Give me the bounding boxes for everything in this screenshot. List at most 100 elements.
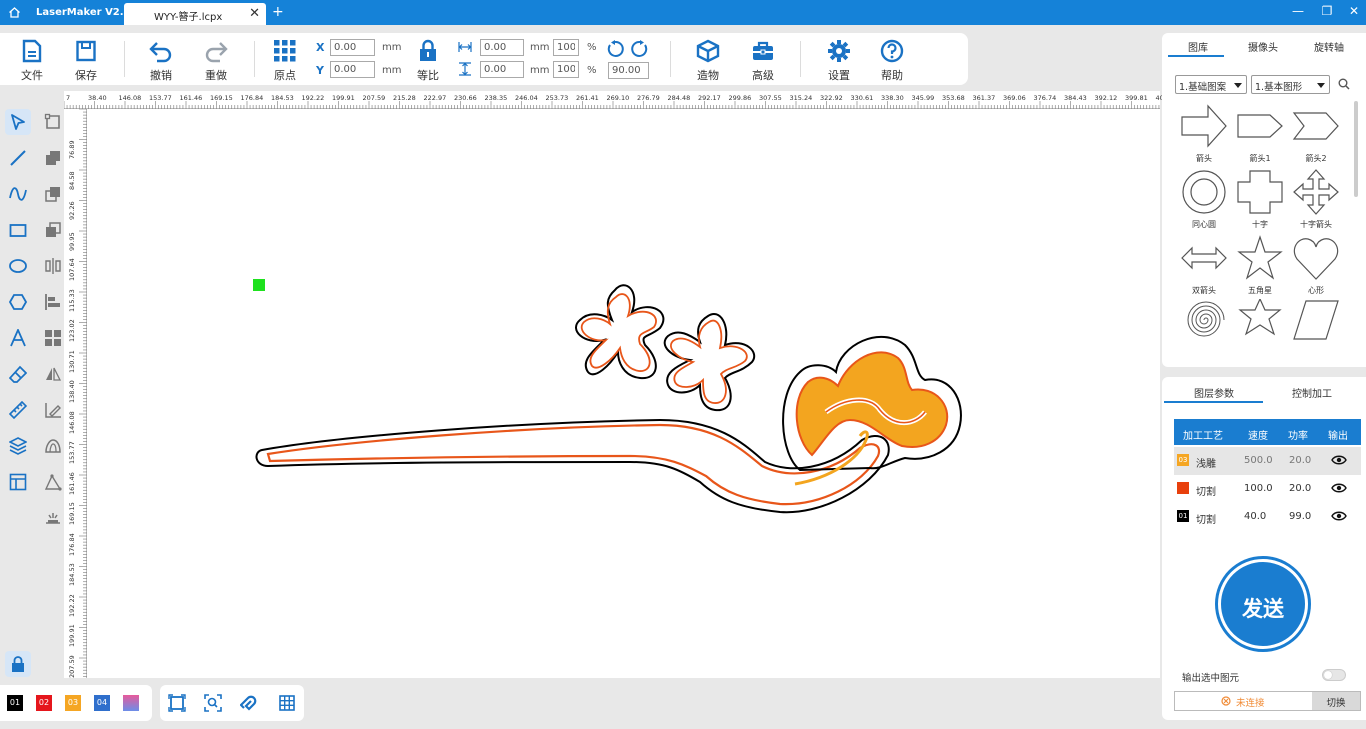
undo-button[interactable]: 撤销 <box>140 39 182 83</box>
layer-chip-gradient[interactable] <box>123 695 139 711</box>
layer-row[interactable]: 03 浅雕 500.0 20.0 <box>1174 447 1361 475</box>
select-tool[interactable] <box>5 109 31 135</box>
design-canvas[interactable] <box>87 109 1160 678</box>
text-icon <box>10 329 26 347</box>
tab-rotary[interactable]: 旋转轴 <box>1314 39 1344 54</box>
search-icon[interactable] <box>1338 78 1350 90</box>
origin-button[interactable]: 原点 <box>264 39 306 83</box>
align-tool[interactable] <box>40 289 66 315</box>
tab-camera[interactable]: 摄像头 <box>1248 39 1278 54</box>
union-tool[interactable] <box>40 145 66 171</box>
ruler-label: 169.15 <box>210 94 233 102</box>
lock-ratio-button[interactable]: 等比 <box>407 39 449 83</box>
layer-chip-03[interactable]: 03 <box>65 695 81 711</box>
eye-icon[interactable] <box>1331 510 1347 522</box>
width-icon <box>458 42 472 52</box>
layer-chip-04[interactable]: 04 <box>94 695 110 711</box>
lock-canvas-button[interactable] <box>5 651 31 677</box>
shape-star[interactable]: 五角星 <box>1233 232 1287 298</box>
path-tool[interactable] <box>40 469 66 495</box>
grid-toggle-icon[interactable] <box>278 694 296 712</box>
add-tab-button[interactable]: + <box>272 4 284 20</box>
layer-chip-01[interactable]: 01 <box>7 695 23 711</box>
layer-power: 20.0 <box>1289 455 1312 466</box>
shape-double-arrow[interactable]: 双箭头 <box>1177 232 1231 298</box>
eye-icon[interactable] <box>1331 454 1347 466</box>
rotate-left-icon[interactable] <box>606 40 624 58</box>
rectangle-tool[interactable] <box>5 217 31 243</box>
rotation-angle-input[interactable] <box>608 62 649 79</box>
layers-tool[interactable] <box>5 433 31 459</box>
zoom-selection-icon[interactable] <box>204 694 222 712</box>
subtract-tool[interactable] <box>40 181 66 207</box>
shape-cross-arrow[interactable]: 十字箭头 <box>1289 166 1343 232</box>
width-input[interactable] <box>480 39 524 56</box>
switch-button[interactable]: 切换 <box>1312 692 1360 710</box>
connection-status[interactable]: 未连接 <box>1175 692 1312 710</box>
minimize-button[interactable]: — <box>1284 4 1312 22</box>
file-label: 文件 <box>21 69 43 82</box>
arrange-tool[interactable] <box>40 325 66 351</box>
shape-arrow[interactable]: 箭头 <box>1177 100 1231 166</box>
text-tool[interactable] <box>5 325 31 351</box>
node-edit-tool[interactable] <box>40 109 66 135</box>
y-unit: mm <box>382 65 402 76</box>
eye-icon[interactable] <box>1331 482 1347 494</box>
tab-control-process[interactable]: 控制加工 <box>1292 385 1332 400</box>
fit-frame-icon[interactable] <box>168 694 186 712</box>
shape-concentric[interactable]: 同心圆 <box>1177 166 1231 232</box>
tab-library[interactable]: 图库 <box>1188 39 1208 54</box>
x-position-input[interactable] <box>330 39 375 56</box>
subcategory-value: 1.基本图形 <box>1255 82 1303 93</box>
rotate-right-icon[interactable] <box>631 40 649 58</box>
shape-arrow2[interactable]: 箭头2 <box>1289 100 1343 166</box>
redo-button[interactable]: 重做 <box>195 39 237 83</box>
height-percent-input[interactable] <box>553 61 579 78</box>
output-selected-toggle[interactable] <box>1322 669 1346 681</box>
subcategory-select[interactable]: 1.基本图形 <box>1251 75 1330 94</box>
union-icon <box>46 151 60 165</box>
help-button[interactable]: 帮助 <box>871 39 913 83</box>
template-tool[interactable] <box>5 469 31 495</box>
trace-tool[interactable] <box>40 505 66 531</box>
document-tab[interactable]: WYY-簪子.lcpx ✕ <box>124 3 266 25</box>
ellipse-tool[interactable] <box>5 253 31 279</box>
shape-heart[interactable]: 心形 <box>1289 232 1343 298</box>
save-button[interactable]: 保存 <box>65 39 107 83</box>
curve-tool[interactable] <box>5 181 31 207</box>
six-point-star-icon[interactable] <box>1236 299 1284 341</box>
intersect-tool[interactable] <box>40 217 66 243</box>
layer-chip-02[interactable]: 02 <box>36 695 52 711</box>
magnet-snap-icon[interactable] <box>240 694 258 712</box>
advanced-button[interactable]: 高级 <box>742 39 784 83</box>
polygon-tool[interactable] <box>5 289 31 315</box>
shape-cross[interactable]: 十字 <box>1233 166 1287 232</box>
eraser-tool[interactable] <box>5 361 31 387</box>
width-percent-input[interactable] <box>553 39 579 56</box>
mirror-tool[interactable] <box>40 253 66 279</box>
line-tool[interactable] <box>5 145 31 171</box>
shape-arrow1[interactable]: 箭头1 <box>1233 100 1287 166</box>
close-window-button[interactable]: ✕ <box>1340 4 1366 22</box>
category-value: 1.基础图案 <box>1179 82 1227 93</box>
pen-edit-tool[interactable] <box>40 397 66 423</box>
height-input[interactable] <box>480 61 524 78</box>
file-button[interactable]: 文件 <box>11 39 53 83</box>
parallelogram-icon[interactable] <box>1292 299 1340 341</box>
offset-tool[interactable] <box>40 433 66 459</box>
library-scrollbar[interactable] <box>1354 101 1358 197</box>
y-position-input[interactable] <box>330 61 375 78</box>
layer-row[interactable]: 01 切割 40.0 99.0 <box>1174 503 1361 531</box>
maximize-button[interactable]: ❐ <box>1313 4 1341 22</box>
close-tab-icon[interactable]: ✕ <box>249 6 260 21</box>
spiral-shape-icon[interactable] <box>1180 299 1228 341</box>
category-select[interactable]: 1.基础图案 <box>1175 75 1247 94</box>
send-button[interactable]: 发送 <box>1218 559 1308 649</box>
home-icon[interactable] <box>8 6 21 19</box>
flip-tool[interactable] <box>40 361 66 387</box>
build-button[interactable]: 造物 <box>687 39 729 83</box>
measure-tool[interactable] <box>5 397 31 423</box>
layer-row[interactable]: 切割 100.0 20.0 <box>1174 475 1361 503</box>
settings-button[interactable]: 设置 <box>818 39 860 83</box>
tab-layer-params[interactable]: 图层参数 <box>1194 385 1234 400</box>
